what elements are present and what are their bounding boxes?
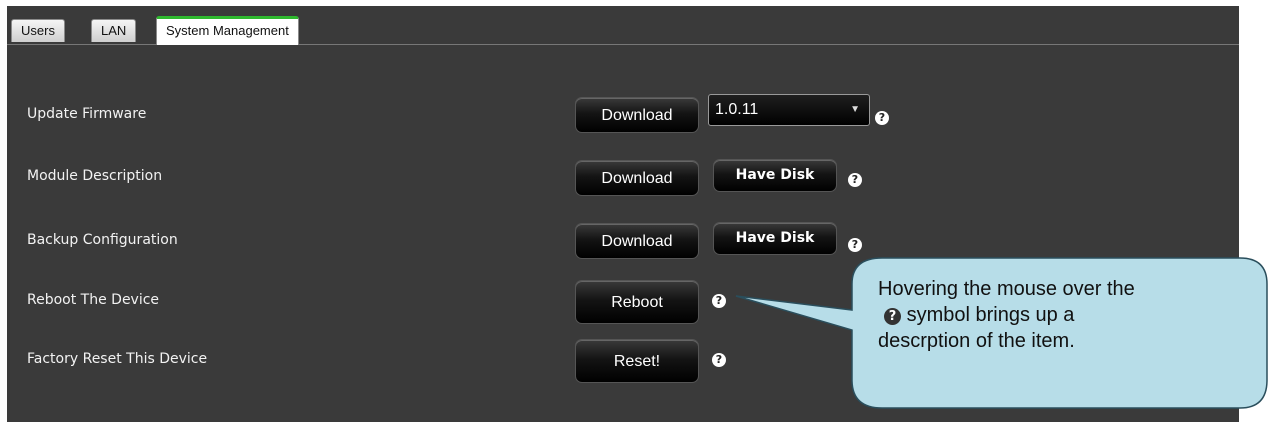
callout-text: Hovering the mouse over the ? symbol bri… (878, 276, 1228, 354)
callout-line-3: descrption of the item. (878, 330, 1075, 352)
callout-line-2: symbol brings up a (906, 304, 1075, 326)
help-icon: ? (884, 308, 901, 325)
callout-line-2-wrapper: ? symbol brings up a (878, 302, 1228, 328)
callout-bubble (735, 257, 1268, 409)
callout-line-1: Hovering the mouse over the (878, 278, 1135, 300)
